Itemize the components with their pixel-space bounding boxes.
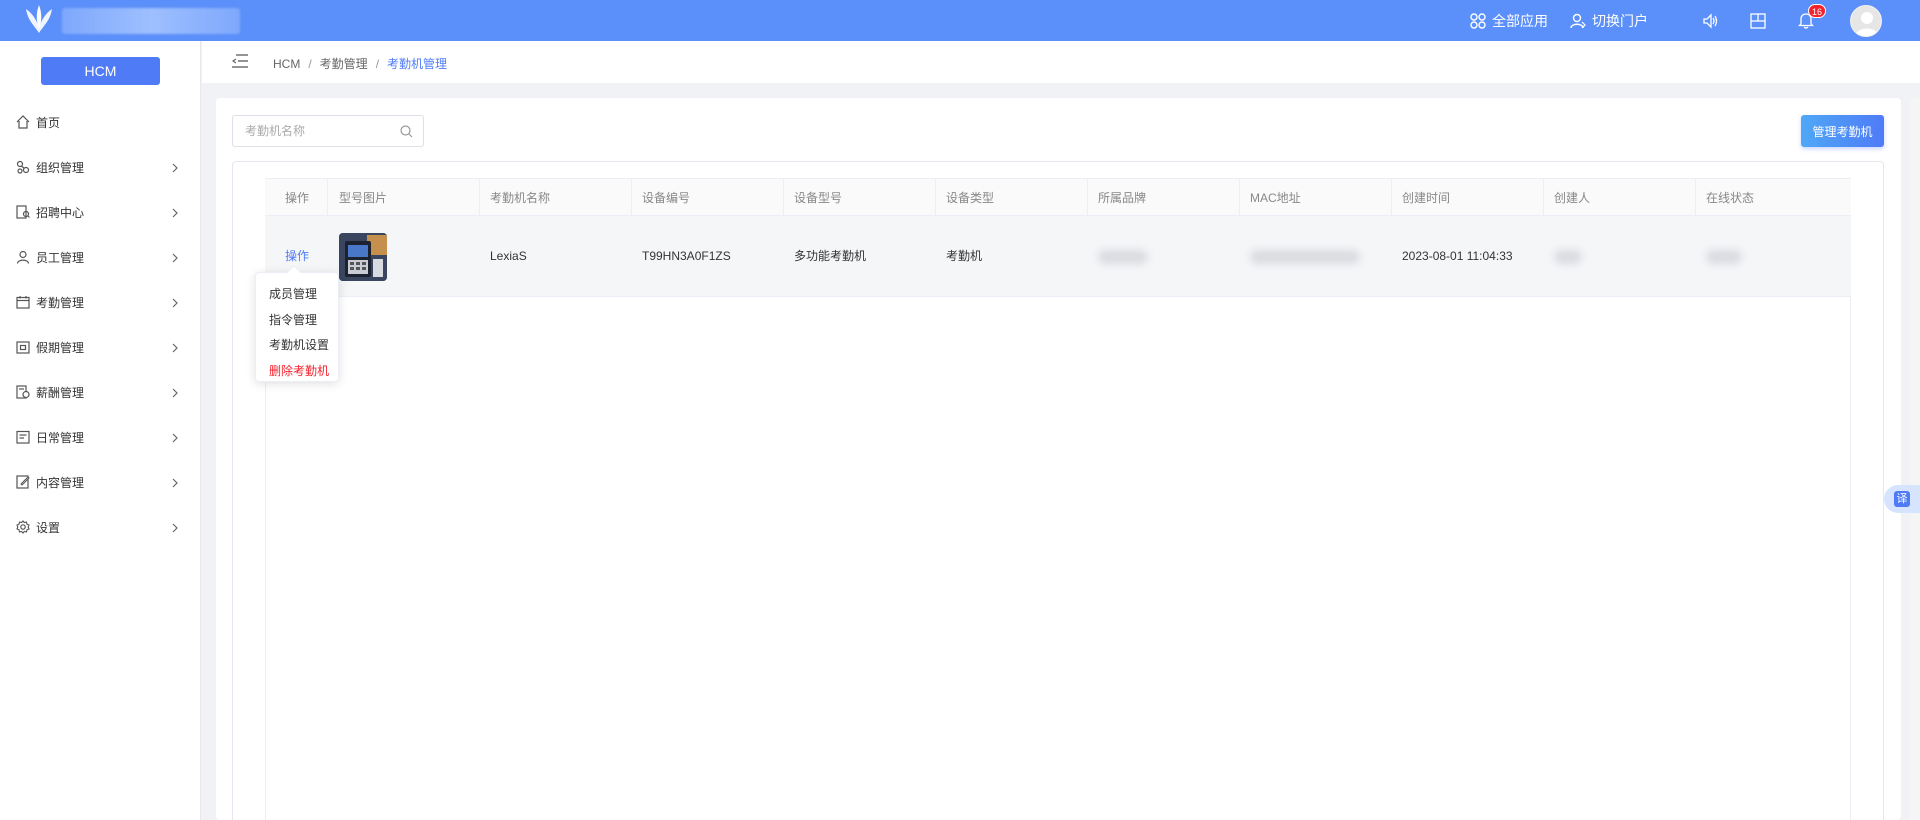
breadcrumb-separator: / <box>375 56 380 71</box>
sidebar-item-label: 日常管理 <box>36 430 85 445</box>
salary-icon <box>16 385 30 399</box>
sidebar-item-7[interactable]: 日常管理 <box>0 419 200 455</box>
column-header-brand: 所属品牌 <box>1088 179 1240 217</box>
row-created-at: 2023-08-01 11:04:33 <box>1402 249 1513 263</box>
breadcrumb-item-current: 考勤机管理 <box>387 57 448 71</box>
breadcrumb-item-attendance[interactable]: 考勤管理 <box>320 55 368 72</box>
column-header-model: 设备型号 <box>784 179 936 217</box>
chevron-right-icon <box>172 252 178 266</box>
row-action-dropdown: 成员管理 指令管理 考勤机设置 删除考勤机 <box>255 264 339 385</box>
chevron-right-icon <box>172 162 178 176</box>
column-header-device-no: 设备编号 <box>632 179 784 217</box>
column-header-mac: MAC地址 <box>1240 179 1392 217</box>
sidebar-item-0[interactable]: 首页 <box>0 104 200 140</box>
search-box <box>232 115 424 147</box>
chevron-right-icon <box>172 387 178 401</box>
system-switch-button[interactable]: HCM <box>41 57 160 85</box>
sidebar-item-label: 薪酬管理 <box>36 385 85 400</box>
row-model: 多功能考勤机 <box>794 249 867 263</box>
collapse-menu-icon[interactable] <box>231 54 248 71</box>
column-header-image: 型号图片 <box>328 179 480 217</box>
menu-item-command-management[interactable]: 指令管理 <box>256 308 338 334</box>
sidebar-item-label: 首页 <box>36 115 61 130</box>
device-thumbnail-image[interactable] <box>339 233 387 281</box>
search-input[interactable] <box>245 124 395 138</box>
top-bar: 全部应用 切换门户 16 <box>0 0 1920 41</box>
column-header-action: 操作 <box>265 179 328 217</box>
chevron-right-icon <box>172 207 178 221</box>
row-online-status-blurred <box>1706 249 1742 264</box>
avatar[interactable] <box>1850 4 1882 37</box>
breadcrumb-item-hcm[interactable]: HCM <box>273 57 300 71</box>
sidebar-item-4[interactable]: 考勤管理 <box>0 284 200 320</box>
switch-portal-link[interactable]: 切换门户 <box>1570 11 1648 31</box>
notification-bell[interactable]: 16 <box>1798 4 1827 29</box>
sidebar-item-label: 设置 <box>36 520 61 535</box>
sidebar-item-label: 招聘中心 <box>36 205 85 220</box>
speaker-icon[interactable] <box>1702 12 1718 29</box>
chevron-right-icon <box>172 522 178 536</box>
breadcrumb-bar <box>202 41 1920 83</box>
sidebar-item-3[interactable]: 员工管理 <box>0 239 200 275</box>
chevron-right-icon <box>172 432 178 446</box>
sidebar-item-label: 组织管理 <box>36 160 85 175</box>
manage-attendance-machine-button[interactable]: 管理考勤机 <box>1801 115 1884 147</box>
apps-icon <box>1470 12 1486 29</box>
table-header: 操作 型号图片 考勤机名称 设备编号 设备型号 设备类型 所属品牌 MAC地址 … <box>265 178 1851 217</box>
holiday-icon <box>16 340 30 354</box>
breadcrumb: HCM / 考勤管理 / 考勤机管理 <box>273 55 447 72</box>
sidebar-item-1[interactable]: 组织管理 <box>0 149 200 185</box>
all-apps-label: 全部应用 <box>1492 12 1548 29</box>
sidebar-item-label: 考勤管理 <box>36 295 85 310</box>
row-device-no: T99HN3A0F1ZS <box>642 249 731 263</box>
table-row[interactable]: 操作 LexiaS T99HN3A0F1ZS 多功能考勤机 考勤机 2023-0… <box>265 216 1851 297</box>
company-name-blurred <box>62 8 240 34</box>
home-icon <box>16 115 30 129</box>
search-icon[interactable] <box>400 125 413 138</box>
column-header-creator: 创建人 <box>1544 179 1696 217</box>
column-header-type: 设备类型 <box>936 179 1088 217</box>
daily-icon <box>16 430 30 444</box>
translate-button[interactable]: 译 <box>1884 485 1920 513</box>
menu-item-member-management[interactable]: 成员管理 <box>256 282 338 308</box>
sidebar-item-8[interactable]: 内容管理 <box>0 464 200 500</box>
chevron-right-icon <box>172 477 178 491</box>
chevron-right-icon <box>172 342 178 356</box>
column-header-online-status: 在线状态 <box>1706 191 1755 205</box>
sidebar-item-6[interactable]: 薪酬管理 <box>0 374 200 410</box>
row-name: LexiaS <box>490 249 527 263</box>
row-action-link[interactable]: 操作 <box>285 249 309 263</box>
page-scrollbar[interactable] <box>1910 98 1920 820</box>
calendar-icon <box>16 295 30 309</box>
user-switch-icon <box>1570 13 1586 28</box>
logo-icon[interactable] <box>24 3 54 37</box>
column-header-created-at: 创建时间 <box>1392 179 1544 217</box>
chevron-right-icon <box>172 297 178 311</box>
row-brand-blurred <box>1098 249 1148 264</box>
content-icon <box>16 475 30 489</box>
menu-item-delete-machine[interactable]: 删除考勤机 <box>256 359 338 385</box>
sidebar-item-2[interactable]: 招聘中心 <box>0 194 200 230</box>
org-icon <box>16 160 30 174</box>
sidebar-item-label: 员工管理 <box>36 250 85 265</box>
sidebar-item-5[interactable]: 假期管理 <box>0 329 200 365</box>
gear-icon <box>16 520 30 534</box>
row-type: 考勤机 <box>946 249 983 263</box>
sidebar-item-label: 假期管理 <box>36 340 85 355</box>
menu-item-machine-settings[interactable]: 考勤机设置 <box>256 333 338 359</box>
sidebar-item-label: 内容管理 <box>36 475 85 490</box>
all-apps-link[interactable]: 全部应用 <box>1470 11 1548 31</box>
recruit-icon <box>16 205 30 219</box>
sidebar-item-9[interactable]: 设置 <box>0 509 200 545</box>
column-header-name: 考勤机名称 <box>480 179 632 217</box>
translate-icon: 译 <box>1894 491 1910 507</box>
row-mac-blurred <box>1250 249 1360 264</box>
breadcrumb-separator: / <box>308 56 312 71</box>
row-creator-blurred <box>1554 249 1582 264</box>
layout-icon[interactable] <box>1750 12 1766 29</box>
switch-portal-label: 切换门户 <box>1592 12 1648 29</box>
user-icon <box>16 250 30 264</box>
notification-badge: 16 <box>1808 4 1827 18</box>
